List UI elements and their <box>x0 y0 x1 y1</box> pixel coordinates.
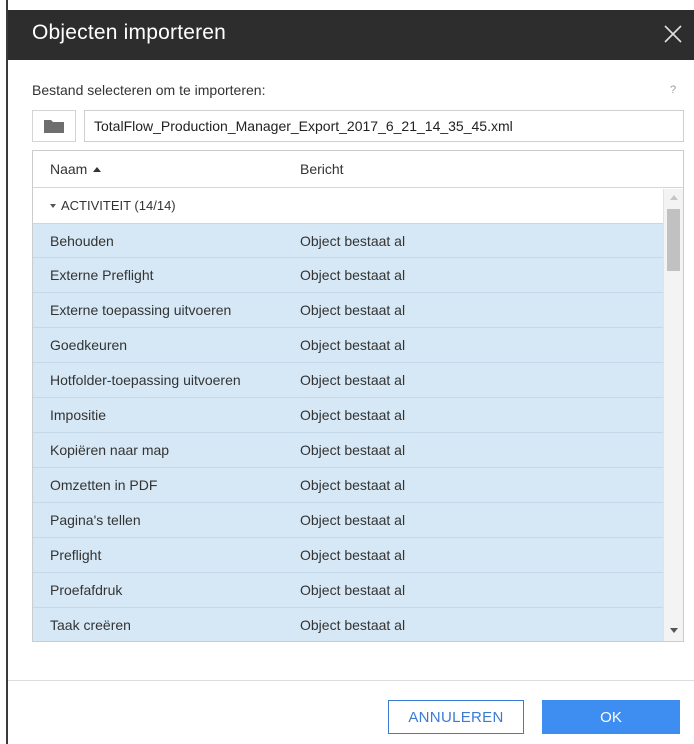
table-row[interactable]: Externe toepassing uitvoeren Object besta… <box>33 293 663 328</box>
table-header: Naam Bericht <box>33 151 683 188</box>
row-name: Hotfolder-toepassing uitvoeren <box>50 372 241 388</box>
row-name: Preflight <box>50 547 102 563</box>
row-name: Taak creëren <box>50 617 131 633</box>
table-row[interactable]: Pagina's tellen Object bestaat al <box>33 503 663 538</box>
row-message: Object bestaat al <box>300 233 406 249</box>
table-rows: Behouden Object bestaat al Externe Prefli… <box>33 223 663 641</box>
column-header-naam-label: Naam <box>50 161 88 177</box>
table-scrollbar[interactable] <box>663 189 683 641</box>
import-objects-dialog: Objecten importeren Bestand selecteren o… <box>8 0 694 744</box>
help-icon[interactable]: ? <box>670 84 676 96</box>
close-icon <box>664 25 682 43</box>
dialog-title: Objecten importeren <box>32 21 227 44</box>
row-message: Object bestaat al <box>300 442 406 458</box>
ok-button[interactable]: OK <box>542 700 680 734</box>
row-message: Object bestaat al <box>300 337 406 353</box>
file-path-input[interactable] <box>84 110 684 142</box>
group-label: ACTIVITEIT (14/14) <box>61 198 176 213</box>
row-name: Externe Preflight <box>50 267 154 283</box>
table-row[interactable]: Proefafdruk Object bestaat al <box>33 573 663 608</box>
dialog-titlebar: Objecten importeren <box>8 10 694 60</box>
column-header-bericht[interactable]: Bericht <box>300 161 344 177</box>
background-window-edge <box>0 0 8 744</box>
row-name: Behouden <box>50 233 114 249</box>
scroll-up-arrow-icon[interactable] <box>670 195 678 200</box>
table-row[interactable]: Externe Preflight Object bestaat al <box>33 258 663 293</box>
footer-divider <box>8 680 694 681</box>
row-name: Proefafdruk <box>50 582 123 598</box>
table-row[interactable]: Hotfolder-toepassing uitvoeren Object bes… <box>33 363 663 398</box>
group-row-activiteit[interactable]: ACTIVITEIT (14/14) <box>33 189 663 223</box>
folder-icon <box>44 120 64 133</box>
browse-folder-button[interactable] <box>32 110 76 142</box>
table-row[interactable]: Taak creëren Object bestaat al <box>33 608 663 641</box>
table-row[interactable]: Preflight Object bestaat al <box>33 538 663 573</box>
row-message: Object bestaat al <box>300 372 406 388</box>
table-row[interactable]: Kopiëren naar map Object bestaat al <box>33 433 663 468</box>
row-name: Externe toepassing uitvoeren <box>50 302 232 318</box>
row-message: Object bestaat al <box>300 617 406 633</box>
row-name: Goedkeuren <box>50 337 128 353</box>
row-message: Object bestaat al <box>300 477 406 493</box>
row-name: Omzetten in PDF <box>50 477 158 493</box>
column-header-naam[interactable]: Naam <box>50 161 102 177</box>
row-message: Object bestaat al <box>300 407 406 423</box>
row-name: Pagina's tellen <box>50 512 141 528</box>
table-row[interactable]: Goedkeuren Object bestaat al <box>33 328 663 363</box>
import-objects-table: Naam Bericht ACTIVITEIT (14/14) Behouden… <box>32 150 684 642</box>
row-message: Object bestaat al <box>300 267 406 283</box>
sort-ascending-icon <box>93 167 102 172</box>
row-message: Object bestaat al <box>300 547 406 563</box>
row-name: Kopiëren naar map <box>50 442 170 458</box>
table-row[interactable]: Omzetten in PDF Object bestaat al <box>33 468 663 503</box>
scrollbar-thumb[interactable] <box>667 209 680 271</box>
close-button[interactable] <box>660 21 686 47</box>
caret-down-icon[interactable] <box>50 204 56 208</box>
row-message: Object bestaat al <box>300 512 406 528</box>
table-row[interactable]: Impositie Object bestaat al <box>33 398 663 433</box>
scroll-down-arrow-icon[interactable] <box>670 628 678 633</box>
table-row[interactable]: Behouden Object bestaat al <box>33 223 663 258</box>
file-select-label: Bestand selecteren om te importeren: <box>32 82 266 98</box>
row-name: Impositie <box>50 407 107 423</box>
cancel-button[interactable]: ANNULEREN <box>388 700 524 734</box>
row-message: Object bestaat al <box>300 302 406 318</box>
row-message: Object bestaat al <box>300 582 406 598</box>
